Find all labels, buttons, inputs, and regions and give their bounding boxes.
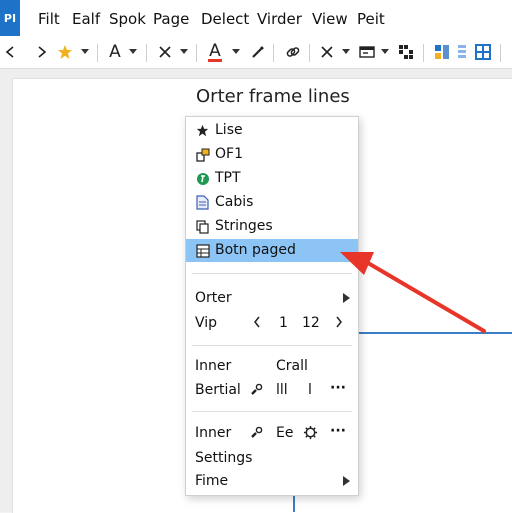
menu-item-label: Botn paged [215, 242, 296, 258]
menu-item-cabis[interactable]: Cabis [186, 191, 358, 214]
menu-item-label: Bertial [195, 382, 241, 398]
menu-filt[interactable]: Filt [38, 10, 60, 28]
chevron-down-icon[interactable] [81, 49, 89, 54]
menu-item-label: Stringes [215, 218, 273, 234]
toolbar-separator [146, 44, 147, 62]
menu-item-label: Orter [195, 290, 232, 306]
menu-spok[interactable]: Spok [109, 10, 146, 28]
menu-item-label: Cabis [215, 194, 254, 210]
toolbar-separator [97, 44, 98, 62]
page-title: Orter frame lines [196, 86, 350, 107]
more-options-icon[interactable]: ··· [330, 423, 346, 439]
chevron-right-icon[interactable] [334, 315, 344, 333]
link-icon[interactable] [249, 426, 263, 444]
font-button[interactable]: A [106, 40, 124, 64]
star-icon [195, 123, 210, 138]
crall-label: Crall [276, 358, 308, 374]
menu-item-stringes[interactable]: Stringes [186, 215, 358, 238]
delete-x-icon[interactable] [318, 40, 336, 64]
vip-value-end: 12 [302, 315, 320, 331]
menu-page[interactable]: Page [153, 10, 189, 28]
menu-separator [192, 411, 352, 412]
font-label: A [109, 42, 121, 62]
menu-item-bertial[interactable]: Bertial lll l ··· [186, 379, 358, 402]
columns-icon[interactable] [455, 40, 469, 64]
font-color-label: A [209, 40, 221, 61]
pen-icon[interactable] [249, 40, 267, 64]
menu-item-orter[interactable]: Orter [186, 287, 358, 310]
toolbar-separator [309, 44, 310, 62]
menu-bar: PI Filt Ealf Spok Page Delect Virder Vie… [0, 0, 512, 36]
chevron-left-icon[interactable] [252, 315, 262, 333]
menu-item-label: Settings [195, 450, 253, 466]
menu-item-label: Inner [195, 358, 232, 374]
back-arrow-icon[interactable] [2, 40, 20, 64]
menu-item-tpt[interactable]: TPT [186, 167, 358, 190]
submenu-arrow-icon [343, 476, 350, 486]
menu-item-lise[interactable]: Lise [186, 119, 358, 142]
app-badge[interactable]: PI [0, 0, 20, 36]
bertial-option-a[interactable]: lll [276, 382, 288, 398]
menu-virder[interactable]: Virder [257, 10, 302, 28]
toolbar-separator [423, 44, 424, 62]
chevron-down-icon[interactable] [342, 49, 350, 54]
menu-item-label: Inner [195, 425, 232, 441]
ee-label[interactable]: Ee [276, 425, 293, 441]
font-color-button[interactable]: A [206, 40, 224, 64]
menu-delect[interactable]: Delect [201, 10, 249, 28]
menu-view[interactable]: View [312, 10, 348, 28]
chevron-down-icon[interactable] [381, 49, 389, 54]
frame-insert-icon[interactable] [357, 40, 377, 64]
grid-dots-icon[interactable] [397, 40, 415, 64]
menu-item-label: Vip [195, 315, 218, 331]
green-circle-icon [195, 171, 210, 186]
menu-item-label: Fime [195, 473, 229, 489]
toolbar-separator [273, 44, 274, 62]
menu-ealf[interactable]: Ealf [72, 10, 100, 28]
bertial-option-b[interactable]: l [308, 382, 312, 398]
forward-chevron-icon[interactable] [34, 40, 50, 64]
copy-icon [195, 219, 210, 234]
menu-separator [192, 345, 352, 346]
font-color-swatch [208, 58, 222, 62]
toolbar-separator [196, 44, 197, 62]
table-icon [195, 243, 210, 258]
menu-peit[interactable]: Peit [357, 10, 385, 28]
menu-item-label: TPT [215, 170, 241, 186]
more-options-icon[interactable]: ··· [330, 380, 346, 396]
toolbar-separator [500, 44, 501, 62]
submenu-arrow-icon [343, 293, 350, 303]
frame-icon [195, 147, 210, 162]
menu-item-of1[interactable]: OF1 [186, 143, 358, 166]
menu-item-botn-paged[interactable]: Botn paged [186, 239, 358, 262]
document-icon [195, 195, 210, 210]
menu-item-settings[interactable]: Settings [186, 447, 358, 470]
table-grid-icon[interactable] [474, 40, 492, 64]
context-menu: Lise OF1 TPT Cabis Stringes Botn paged O… [185, 116, 359, 496]
menu-item-label: OF1 [215, 146, 243, 162]
close-x-icon[interactable] [156, 40, 174, 64]
menu-separator [192, 273, 352, 274]
menu-item-inner-2[interactable]: Inner Ee ··· [186, 422, 358, 445]
layout-blocks-icon[interactable] [433, 40, 451, 64]
chevron-down-icon[interactable] [129, 49, 137, 54]
menu-item-vip[interactable]: Vip 1 12 [186, 312, 358, 335]
link-icon[interactable] [249, 383, 263, 401]
gear-icon[interactable] [303, 425, 318, 444]
menu-item-inner[interactable]: Inner Crall [186, 355, 358, 378]
vip-value-start: 1 [279, 315, 288, 331]
toolbar: A A [0, 36, 512, 69]
star-tool-icon[interactable] [56, 40, 74, 64]
chevron-down-icon[interactable] [232, 49, 240, 54]
chevron-down-icon[interactable] [180, 49, 188, 54]
menu-item-fime[interactable]: Fime [186, 470, 358, 493]
frame-line-horizontal[interactable] [358, 332, 512, 334]
menu-item-label: Lise [215, 122, 243, 138]
link-icon[interactable] [284, 40, 302, 64]
